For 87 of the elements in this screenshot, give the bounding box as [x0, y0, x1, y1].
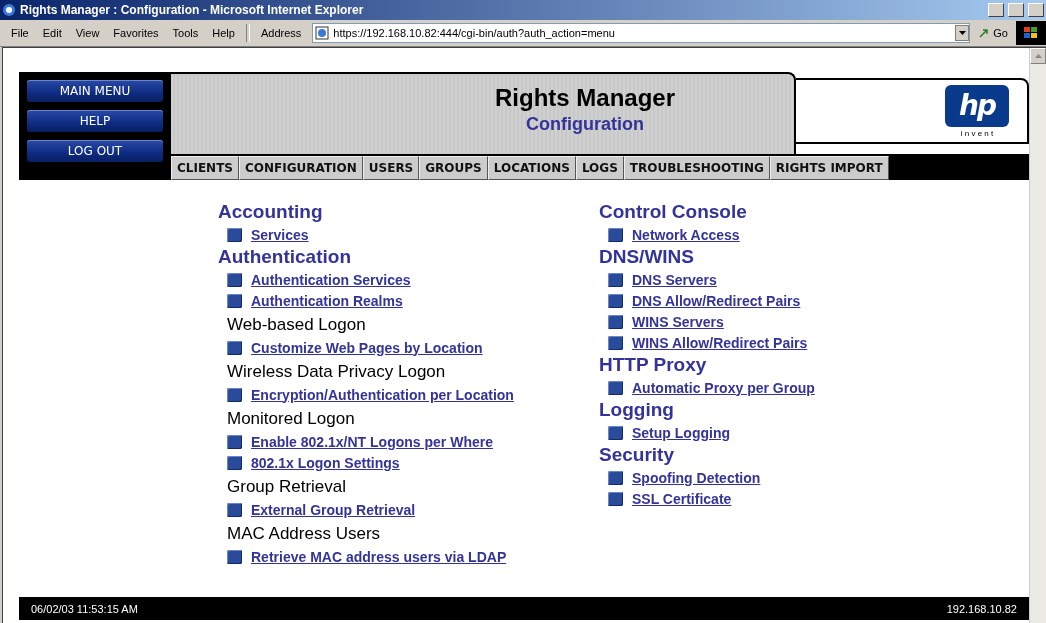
menu-item[interactable]: File	[4, 25, 36, 41]
config-link[interactable]: Enable 802.1x/NT Logons per Where	[251, 433, 493, 450]
bullet-icon	[608, 314, 623, 329]
config-link[interactable]: DNS Servers	[632, 271, 717, 288]
bullet-icon	[608, 491, 623, 506]
config-link[interactable]: Authentication Services	[251, 271, 411, 288]
config-link[interactable]: 802.1x Logon Settings	[251, 454, 400, 471]
bullet-icon	[227, 549, 242, 564]
config-link[interactable]: Authentication Realms	[251, 292, 403, 309]
subsection-heading: Group Retrieval	[227, 476, 348, 498]
config-link[interactable]: External Group Retrieval	[251, 501, 416, 518]
bullet-icon	[227, 340, 242, 355]
bullet-icon	[227, 455, 242, 470]
subsection-heading: Web-based Logon	[227, 314, 367, 336]
caret-icon	[958, 31, 966, 35]
nav-button[interactable]: LOG OUT	[27, 140, 163, 162]
bullet-icon	[608, 293, 623, 308]
section-heading: Control Console	[599, 200, 748, 224]
date-time: 06/02/03 11:53:15 AM	[31, 602, 138, 615]
section-heading: Security	[599, 443, 675, 467]
section-heading: Accounting	[218, 200, 324, 224]
scroll-up-button[interactable]	[1030, 48, 1046, 64]
section-heading: HTTP Proxy	[599, 353, 708, 377]
config-link[interactable]: Services	[251, 226, 309, 243]
browser-icon	[2, 3, 16, 17]
section-heading: DNS/WINS	[599, 245, 695, 269]
bullet-icon	[227, 434, 242, 449]
menu-item[interactable]: View	[68, 25, 107, 41]
config-link[interactable]: Network Access	[632, 226, 740, 243]
bullet-icon	[608, 227, 623, 242]
config-link[interactable]: SSL Certificate	[632, 490, 732, 507]
config-link[interactable]: Spoofing Detection	[632, 469, 761, 486]
window-title: Rights Manager : Configuration - Microsoft Internet Explorer	[20, 3, 365, 17]
config-link[interactable]: WINS Servers	[632, 313, 724, 330]
page-icon	[315, 26, 330, 40]
ip-address: 192.168.10.82	[946, 602, 1017, 615]
subsection-heading: MAC Address Users	[227, 523, 382, 545]
nav-tab[interactable]: CLIENTS	[171, 156, 239, 180]
address-field[interactable]: https://192.168.10.82:444/cgi-bin/auth?auth_action=menu	[312, 23, 971, 43]
page-subtitle: Configuration	[526, 114, 644, 135]
nav-tab[interactable]: USERS	[362, 156, 420, 180]
subsection-heading: Wireless Data Privacy Logon	[227, 361, 447, 383]
maximize-button[interactable]	[1008, 3, 1024, 17]
nav-tab[interactable]: LOGS	[575, 156, 624, 180]
logo: hp	[945, 84, 1009, 127]
bullet-icon	[608, 470, 623, 485]
config-link[interactable]: Customize Web Pages by Location	[251, 339, 483, 356]
bullet-icon	[608, 380, 623, 395]
menu-item[interactable]: Edit	[35, 25, 69, 41]
nav-tab[interactable]: GROUPS	[419, 156, 488, 180]
go-button[interactable]: Go	[970, 27, 1016, 39]
bullet-icon	[227, 227, 242, 242]
nav-tab[interactable]: LOCATIONS	[487, 156, 576, 180]
app-title: Rights Manager	[495, 84, 675, 112]
arrow-icon	[978, 27, 991, 39]
config-link[interactable]: Automatic Proxy per Group	[632, 379, 815, 396]
bullet-icon	[608, 272, 623, 287]
dropdown-button[interactable]	[955, 25, 970, 41]
minimize-button[interactable]	[988, 3, 1004, 17]
menu-item[interactable]: Help	[205, 25, 242, 41]
close-button[interactable]	[1028, 3, 1044, 17]
nav-tab[interactable]: TROUBLESHOOTING	[623, 156, 770, 180]
config-link[interactable]: Encryption/Authentication per Location	[251, 386, 514, 403]
nav-button[interactable]: MAIN MENU	[27, 80, 163, 102]
config-link[interactable]: Retrieve MAC address users via LDAP	[251, 548, 507, 565]
address-label: Address	[259, 26, 303, 41]
bullet-icon	[608, 425, 623, 440]
config-link[interactable]: Setup Logging	[632, 424, 730, 441]
bullet-icon	[608, 335, 623, 350]
bullet-icon	[227, 387, 242, 402]
scrollbar[interactable]	[1029, 48, 1046, 623]
bullet-icon	[227, 502, 242, 517]
bullet-icon	[227, 272, 242, 287]
windows-logo-icon	[1016, 21, 1046, 45]
config-link[interactable]: DNS Allow/Redirect Pairs	[632, 292, 801, 309]
menu-item[interactable]: Tools	[165, 25, 206, 41]
bullet-icon	[227, 293, 242, 308]
menu-item[interactable]: Favorites	[106, 25, 166, 41]
section-heading: Authentication	[218, 245, 352, 269]
subsection-heading: Monitored Logon	[227, 408, 356, 430]
config-link[interactable]: WINS Allow/Redirect Pairs	[632, 334, 808, 351]
nav-button[interactable]: HELP	[27, 110, 163, 132]
nav-tab[interactable]: CONFIGURATION	[239, 156, 363, 180]
caret-icon	[1034, 54, 1042, 58]
logo-tagline: i n v e n t	[960, 128, 994, 138]
nav-tab[interactable]: RIGHTS IMPORT	[769, 156, 889, 180]
section-heading: Logging	[599, 398, 675, 422]
